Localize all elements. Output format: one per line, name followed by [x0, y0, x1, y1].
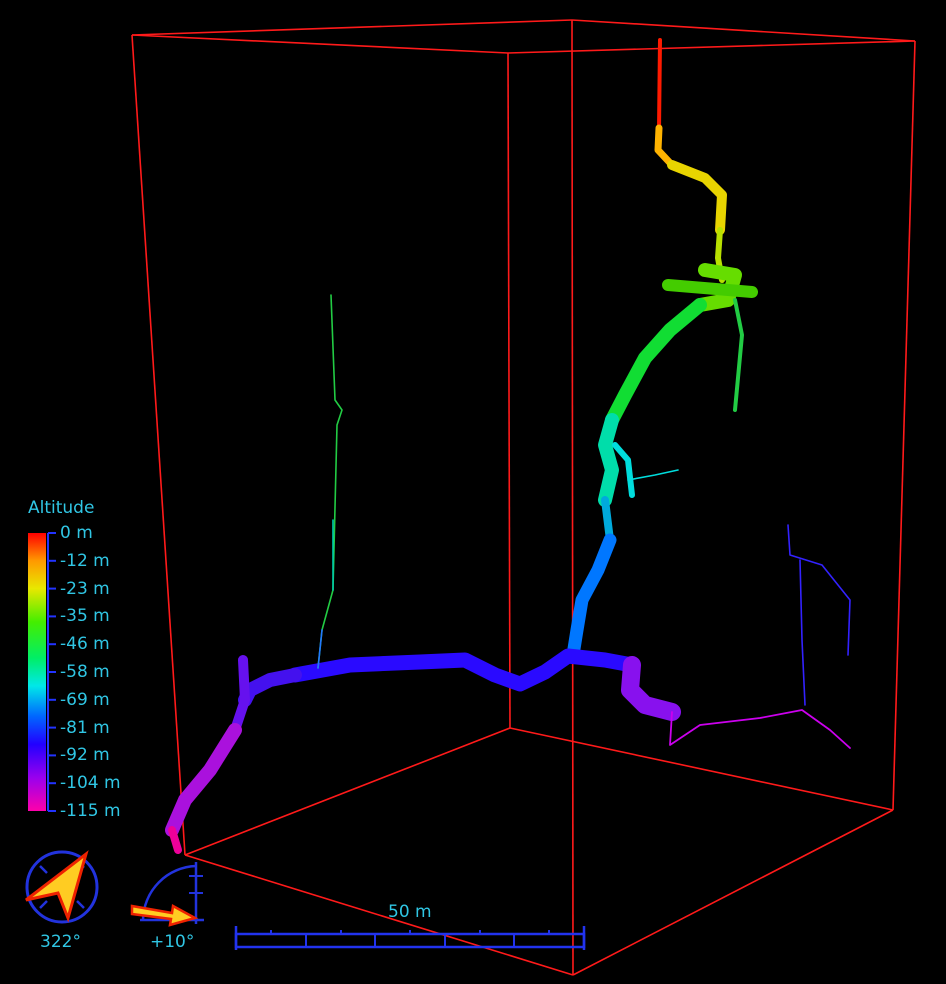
scale-bar-label: 50 m: [388, 902, 432, 922]
legend-tick-label: -12 m: [60, 550, 110, 571]
inclination-arrow-icon: [130, 904, 199, 927]
scale-bar: [234, 926, 586, 950]
legend-tick-label: -58 m: [60, 662, 110, 682]
legend-tick-label: -35 m: [60, 606, 110, 627]
compass-widget[interactable]: [25, 850, 99, 924]
inclination-value: +10°: [150, 932, 195, 952]
legend-tick-label: -92 m: [60, 745, 110, 766]
cave-3d-view[interactable]: [0, 0, 946, 984]
legend-title: Altitude: [28, 498, 95, 518]
legend-tick-label: -104 m: [60, 773, 121, 794]
inclination-widget[interactable]: [130, 862, 204, 927]
altitude-legend-bar: [28, 533, 49, 811]
legend-tick-label: 0 m: [60, 523, 93, 543]
legend-tick-label: -115 m: [60, 801, 121, 821]
legend-tick-label: -46 m: [60, 634, 110, 655]
legend-tick-label: -23 m: [60, 578, 110, 599]
legend-tick-label: -69 m: [60, 689, 110, 710]
legend-tick-label: -81 m: [60, 717, 110, 738]
compass-heading: 322°: [40, 932, 81, 952]
bounding-box: [131, 19, 916, 976]
